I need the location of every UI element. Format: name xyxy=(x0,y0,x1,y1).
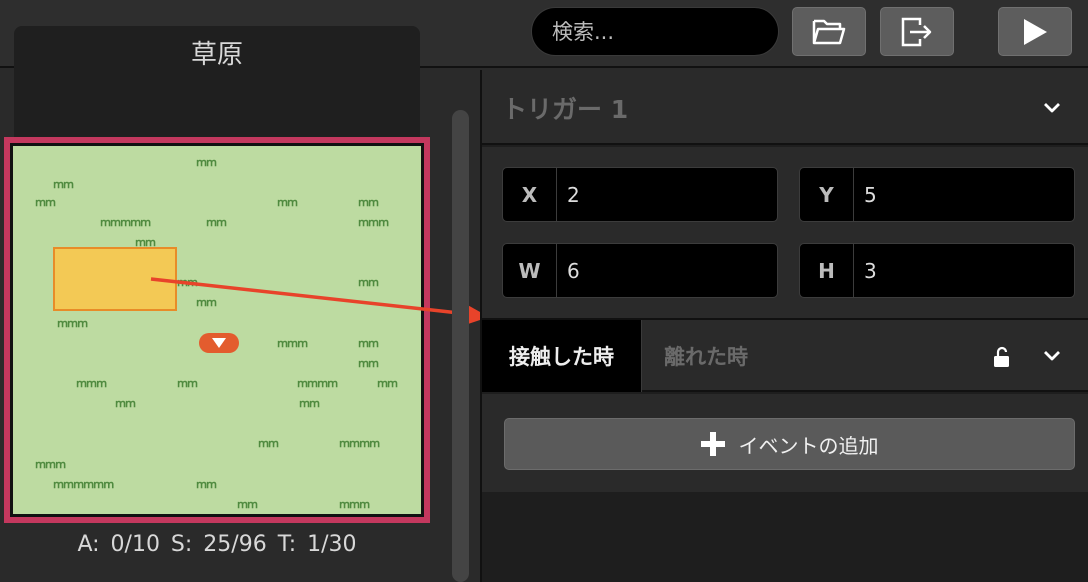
w-field[interactable]: W 6 xyxy=(502,243,778,298)
search-box[interactable] xyxy=(531,7,779,56)
grass-tile: ՠՠ xyxy=(358,275,379,289)
grass-tile: ՠՠՠ xyxy=(76,376,107,390)
grass-tile: ՠՠ xyxy=(35,195,56,209)
chevron-down-icon[interactable] xyxy=(1042,346,1062,366)
h-label: H xyxy=(800,244,854,297)
grass-tile: ՠՠՠՠՠ xyxy=(100,215,151,229)
player-start-marker[interactable] xyxy=(199,333,239,353)
event-tabs: 接触した時 離れた時 xyxy=(482,320,1088,392)
grass-tile: ՠՠՠՠ xyxy=(297,376,338,390)
inspector-pane: トリガー 1 X 2 Y 5 W 6 H 3 接触した時 離れた時 イベントの追… xyxy=(480,70,1088,582)
unlock-icon[interactable] xyxy=(993,346,1011,368)
grass-tile: ՠՠ xyxy=(177,275,198,289)
map-title: 草原 xyxy=(190,40,243,70)
x-label: X xyxy=(503,168,557,221)
grass-tile: ՠՠՠՠՠՠ xyxy=(53,477,114,491)
triangle-down-icon xyxy=(212,338,226,348)
export-icon xyxy=(901,17,932,46)
x-value[interactable]: 2 xyxy=(557,168,777,221)
grass-tile: ՠՠ xyxy=(358,356,379,370)
trigger-fields: X 2 Y 5 W 6 H 3 xyxy=(482,147,1088,320)
grass-tile: ՠՠ xyxy=(258,436,279,450)
grass-tile: ՠՠ xyxy=(53,177,74,191)
w-value[interactable]: 6 xyxy=(557,244,777,297)
w-label: W xyxy=(503,244,557,297)
trigger-header[interactable]: トリガー 1 xyxy=(482,70,1088,145)
grass-tile: ՠՠՠ xyxy=(277,336,308,350)
tab-on-leave[interactable]: 離れた時 xyxy=(664,320,748,392)
grass-tile: ՠՠ xyxy=(377,376,398,390)
h-value[interactable]: 3 xyxy=(854,244,1074,297)
grass-tile: ՠՠ xyxy=(277,195,298,209)
grass-tile: ՠՠ xyxy=(115,396,136,410)
search-input[interactable] xyxy=(532,8,778,55)
trigger-title: トリガー 1 xyxy=(502,95,629,124)
grass-tile: ՠՠՠ xyxy=(358,215,389,229)
plus-icon xyxy=(700,432,725,456)
open-folder-button[interactable] xyxy=(792,7,866,56)
grass-tile: ՠՠՠ xyxy=(339,497,370,511)
add-event-button[interactable]: イベントの追加 xyxy=(504,418,1075,470)
grass-tile: ՠՠ xyxy=(196,295,217,309)
y-value[interactable]: 5 xyxy=(854,168,1074,221)
x-field[interactable]: X 2 xyxy=(502,167,778,222)
y-label: Y xyxy=(800,168,854,221)
grass-tile: ՠՠՠ xyxy=(35,457,66,471)
grass-tile: ՠՠ xyxy=(358,195,379,209)
grass-tile: ՠՠ xyxy=(177,376,198,390)
play-icon xyxy=(1024,18,1047,45)
map-stats: A: 0/10 S: 25/96 T: 1/30 xyxy=(77,532,357,557)
grass-tile: ՠՠՠ xyxy=(57,316,88,330)
trigger-area[interactable] xyxy=(53,247,177,311)
tab-on-touch[interactable]: 接触した時 xyxy=(482,320,642,392)
grass-tile: ՠՠ xyxy=(196,155,217,169)
grass-tile: ՠՠ xyxy=(358,336,379,350)
map-canvas[interactable]: ՠՠ ՠՠ ՠՠ ՠՠ ՠՠ ՠՠՠՠՠ ՠՠ ՠՠՠ ՠՠ ՠՠ ՠՠ ՠՠՠ… xyxy=(10,143,424,517)
event-list: イベントの追加 xyxy=(482,394,1088,492)
grass-tile: ՠՠ xyxy=(206,215,227,229)
folder-open-icon xyxy=(812,19,846,44)
grass-tile: ՠՠ xyxy=(299,396,320,410)
export-button[interactable] xyxy=(880,7,954,56)
map-scrollbar[interactable] xyxy=(452,110,469,582)
y-field[interactable]: Y 5 xyxy=(799,167,1075,222)
grass-tile: ՠՠ xyxy=(196,477,217,491)
h-field[interactable]: H 3 xyxy=(799,243,1075,298)
add-event-label: イベントの追加 xyxy=(738,433,879,458)
chevron-down-icon[interactable] xyxy=(1042,98,1062,118)
play-button[interactable] xyxy=(998,7,1072,56)
grass-tile: ՠՠ xyxy=(237,497,258,511)
grass-tile: ՠՠՠՠ xyxy=(339,436,380,450)
